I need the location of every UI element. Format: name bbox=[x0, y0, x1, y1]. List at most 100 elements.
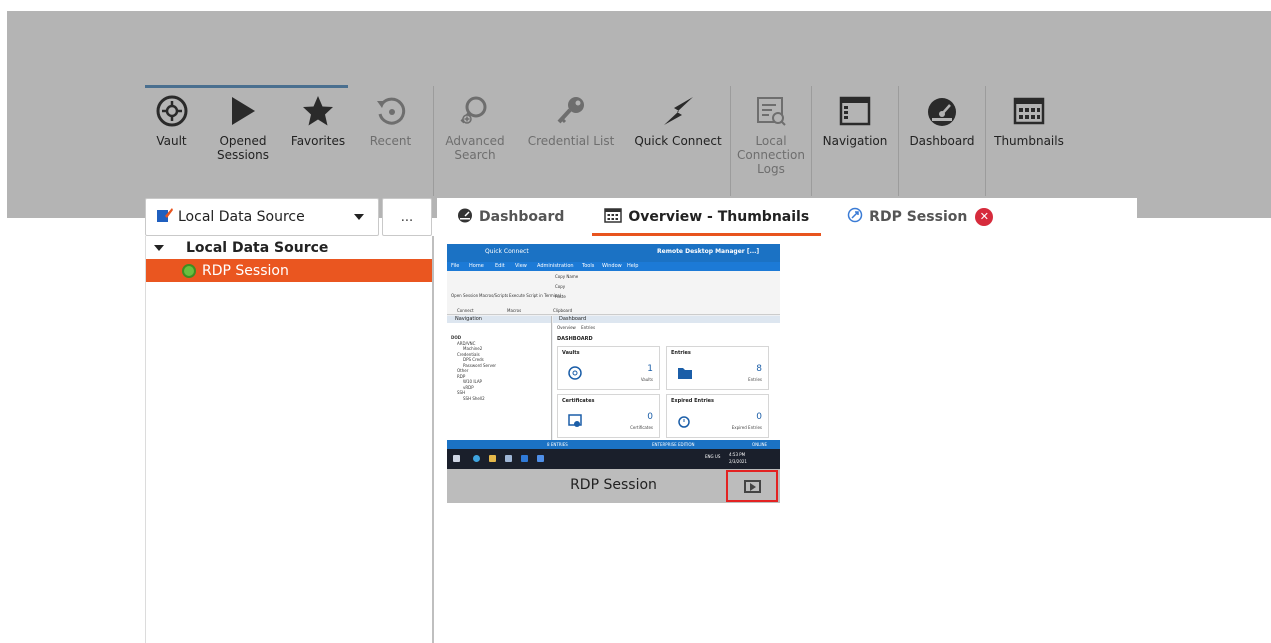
tile-title: Entries bbox=[671, 350, 691, 356]
mini-menu-item: Window bbox=[602, 263, 622, 269]
mini-nav-item: SSH Shell2 bbox=[463, 395, 485, 401]
mini-dashboard-heading: DASHBOARD bbox=[557, 336, 593, 342]
tile-count: 0 bbox=[756, 412, 762, 422]
data-source-icon bbox=[156, 207, 174, 227]
mini-status-mid: ENTERPRISE EDITION bbox=[652, 442, 695, 447]
certificate-icon bbox=[568, 413, 582, 427]
mini-ribbon-item: Copy bbox=[555, 284, 566, 289]
search-plus-icon bbox=[455, 91, 495, 131]
folder-icon bbox=[489, 455, 496, 462]
mini-title: Remote Desktop Manager [...] bbox=[657, 248, 760, 255]
tree-item-label: RDP Session bbox=[202, 262, 289, 279]
mini-tile-vaults: Vaults 1 Vaults bbox=[557, 346, 660, 390]
mini-taskbar: ENG US 4:53 PM 2/3/2021 bbox=[447, 449, 780, 469]
session-icon bbox=[182, 263, 196, 278]
tab-overview-thumbnails[interactable]: Overview - Thumbnails bbox=[592, 198, 821, 236]
tab-dashboard[interactable]: Dashboard bbox=[445, 198, 576, 236]
favorites-button[interactable]: Favorites bbox=[288, 85, 348, 196]
data-source-selected: Local Data Source bbox=[178, 209, 305, 225]
local-connection-logs-label: Local Connection Logs bbox=[737, 134, 805, 176]
tree-root-local-data-source[interactable]: Local Data Source bbox=[146, 236, 432, 259]
tile-sub: Certificates bbox=[630, 425, 653, 430]
advanced-search-label: Advanced Search bbox=[445, 134, 505, 162]
dashboard-label: Dashboard bbox=[909, 134, 975, 148]
quick-connect-label: Quick Connect bbox=[634, 134, 722, 148]
opened-sessions-button[interactable]: Opened Sessions bbox=[198, 85, 288, 196]
history-icon bbox=[371, 91, 411, 131]
tree-item-rdp-session[interactable]: RDP Session bbox=[146, 259, 432, 282]
open-in-window-icon bbox=[743, 479, 761, 493]
navigation-tree: Local Data Source RDP Session bbox=[145, 236, 434, 643]
tile-sub: Vaults bbox=[640, 377, 653, 382]
close-icon[interactable]: ✕ bbox=[975, 208, 994, 226]
mini-ribbon-item: Macros/Scripts bbox=[479, 293, 509, 298]
tile-count: 8 bbox=[756, 364, 762, 374]
mini-tile-certificates: Certificates 0 Certificates bbox=[557, 394, 660, 438]
mini-dashboard-title: Dashboard bbox=[553, 316, 780, 323]
data-source-dropdown[interactable]: Local Data Source bbox=[145, 198, 379, 236]
credential-list-button[interactable]: Credential List bbox=[516, 86, 626, 196]
mini-ribbon-item: Clipboard bbox=[553, 308, 573, 313]
dashboard-button[interactable]: Dashboard bbox=[899, 86, 985, 196]
tile-sub: Expired Entries bbox=[731, 425, 762, 430]
thumbnails-button[interactable]: Thumbnails bbox=[986, 86, 1072, 196]
tile-title: Certificates bbox=[562, 398, 595, 404]
vault-icon bbox=[152, 91, 192, 131]
tile-count: 0 bbox=[647, 412, 653, 422]
navigation-label: Navigation bbox=[822, 134, 888, 148]
mini-ribbon-item: Paste bbox=[555, 294, 566, 299]
expand-icon[interactable] bbox=[154, 244, 164, 251]
document-tabs: Dashboard Overview - Thumbnails RDP Sess… bbox=[437, 198, 1137, 236]
mini-menu-item: Tools bbox=[582, 263, 595, 269]
favorites-label: Favorites bbox=[290, 134, 346, 148]
open-session-button[interactable] bbox=[726, 470, 778, 502]
opened-sessions-label: Opened Sessions bbox=[216, 134, 270, 162]
mini-menu-item: Help bbox=[627, 263, 639, 269]
chevron-down-icon bbox=[354, 214, 364, 220]
ribbon-accent-line bbox=[198, 85, 288, 88]
mini-dash-tab: Entries bbox=[581, 325, 596, 330]
tile-title: Expired Entries bbox=[671, 398, 715, 404]
mini-quick-connect: Quick Connect bbox=[485, 248, 529, 255]
ribbon: Vault Opened Sessions Favorites Recent A… bbox=[145, 85, 1136, 196]
store-icon bbox=[505, 455, 512, 462]
vault-button[interactable]: Vault bbox=[145, 85, 198, 196]
ribbon-accent-line bbox=[145, 85, 198, 88]
play-icon bbox=[223, 91, 263, 131]
tile-title: Vaults bbox=[562, 350, 580, 356]
mini-taskbar-date: 2/3/2021 bbox=[729, 459, 747, 464]
recent-button[interactable]: Recent bbox=[348, 86, 433, 196]
mini-navigation-pane: Navigation DOD ARD/VNC Machine2 Credenti… bbox=[447, 316, 552, 440]
mini-ribbon-item: Macros bbox=[507, 308, 522, 313]
tile-sub: Entries bbox=[748, 377, 762, 382]
mini-ribbon-item: Execute Script in Terminal bbox=[509, 293, 561, 298]
thumbnails-view: Quick Connect Remote Desktop Manager [..… bbox=[437, 236, 1271, 643]
navigation-button[interactable]: Navigation bbox=[812, 86, 898, 196]
mini-taskbar-time: 4:53 PM bbox=[729, 452, 746, 457]
browser-icon bbox=[473, 455, 480, 462]
mini-menu-item: Edit bbox=[495, 263, 505, 269]
thumbnail-preview: Quick Connect Remote Desktop Manager [..… bbox=[447, 244, 780, 469]
tab-rdp-session[interactable]: RDP Session ✕ bbox=[835, 198, 1005, 236]
mini-status-bar: 8 ENTRIES ENTERPRISE EDITION ONLINE bbox=[447, 440, 780, 449]
mini-dashboard: Dashboard Overview Entries DASHBOARD Vau… bbox=[553, 316, 780, 440]
data-source-more-button[interactable]: ... bbox=[382, 198, 432, 236]
app-icon bbox=[521, 455, 528, 462]
recent-label: Recent bbox=[369, 134, 412, 148]
lightning-icon bbox=[658, 91, 698, 131]
mini-tile-entries: Entries 8 Entries bbox=[666, 346, 769, 390]
advanced-search-button[interactable]: Advanced Search bbox=[434, 86, 516, 196]
local-connection-logs-button[interactable]: Local Connection Logs bbox=[731, 86, 811, 196]
mini-dash-tab: Overview bbox=[557, 325, 576, 330]
mini-tile-expired-entries: Expired Entries 0 Expired Entries bbox=[666, 394, 769, 438]
navigation-icon bbox=[835, 91, 875, 131]
mini-ribbon-item: Copy Name bbox=[555, 274, 579, 279]
mini-title-bar: Quick Connect Remote Desktop Manager [..… bbox=[447, 244, 780, 262]
session-thumbnail[interactable]: Quick Connect Remote Desktop Manager [..… bbox=[447, 244, 780, 503]
quick-connect-button[interactable]: Quick Connect bbox=[626, 86, 730, 196]
mini-ribbon: Open Session Macros/Scripts Execute Scri… bbox=[447, 271, 780, 315]
tab-label: RDP Session bbox=[869, 209, 968, 225]
rdp-icon bbox=[847, 207, 863, 227]
ribbon-accent-line bbox=[288, 85, 348, 88]
tab-label: Overview - Thumbnails bbox=[628, 209, 810, 225]
